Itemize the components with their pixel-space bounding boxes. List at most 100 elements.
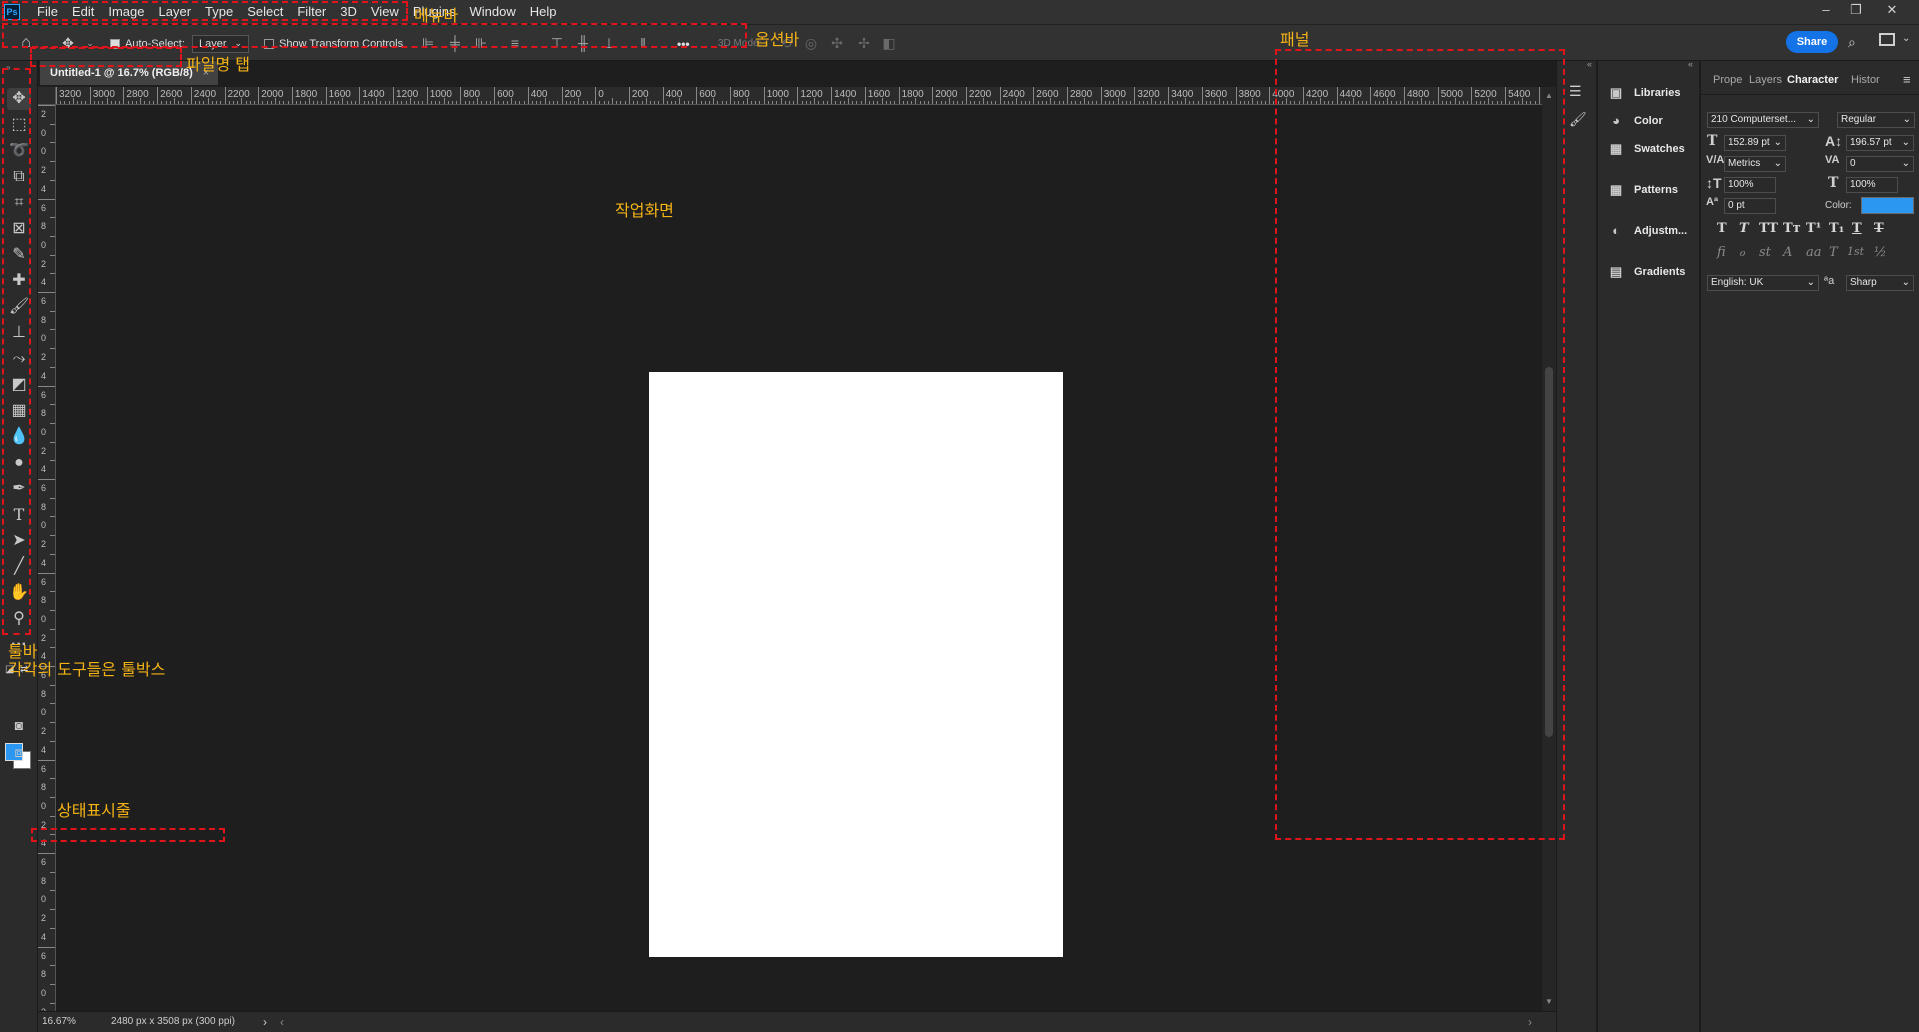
- align-bottom-icon[interactable]: ⊥: [601, 35, 617, 51]
- show-transform-checkbox[interactable]: [264, 38, 274, 49]
- all-caps-button[interactable]: TT: [1759, 221, 1778, 236]
- vertical-scroll-thumb[interactable]: [1545, 367, 1553, 737]
- menu-select[interactable]: Select: [240, 0, 290, 24]
- tracking-field[interactable]: 0 ⌄: [1846, 156, 1914, 172]
- faux-italic-button[interactable]: T: [1739, 221, 1749, 236]
- stylistic-alternates-button[interactable]: aa: [1806, 245, 1822, 260]
- auto-select-toggle[interactable]: Auto-Select:: [110, 25, 185, 62]
- language-dropdown[interactable]: English: UK ⌄: [1707, 275, 1819, 291]
- object-selection-tool-icon[interactable]: ⧉: [7, 166, 31, 188]
- faux-bold-button[interactable]: T: [1717, 221, 1727, 236]
- panel-swatches[interactable]: ▦ Swatches: [1608, 140, 1685, 158]
- titling-alternates-button[interactable]: T: [1829, 245, 1838, 260]
- document-canvas[interactable]: [649, 372, 1063, 957]
- panel-patterns[interactable]: ▦ Patterns: [1608, 181, 1678, 199]
- blur-tool-icon[interactable]: 💧: [7, 426, 31, 448]
- panel-color[interactable]: ◕ Color: [1608, 112, 1663, 130]
- workspace-layout-icon[interactable]: [1879, 33, 1895, 46]
- move-tool-icon[interactable]: ✥: [60, 35, 76, 51]
- panel-gradients[interactable]: ▤ Gradients: [1608, 263, 1686, 281]
- align-top-icon[interactable]: ⊤: [549, 35, 565, 51]
- brush-tool-icon[interactable]: 🖌: [7, 296, 31, 318]
- vertical-scrollbar[interactable]: ▲ ▼: [1542, 87, 1556, 1011]
- 3d-camera-icon[interactable]: ◧: [881, 35, 897, 51]
- align-right-icon[interactable]: ⊪: [473, 35, 489, 51]
- tab-layers[interactable]: Layers: [1749, 74, 1782, 86]
- align-left-icon[interactable]: ⊫: [420, 35, 436, 51]
- underline-button[interactable]: T: [1852, 221, 1862, 236]
- quick-mask-icon[interactable]: ◙: [7, 714, 31, 736]
- menu-layer[interactable]: Layer: [152, 0, 199, 24]
- collapse-toolbar-icon[interactable]: »: [6, 63, 10, 72]
- ruler-origin[interactable]: [38, 87, 56, 105]
- text-color-swatch[interactable]: [1861, 197, 1914, 214]
- eraser-tool-icon[interactable]: ◩: [7, 374, 31, 396]
- ordinals-button[interactable]: 1st: [1847, 245, 1864, 258]
- workspace-chevron-icon[interactable]: ⌄: [1902, 33, 1910, 44]
- menu-3d[interactable]: 3D: [333, 0, 364, 24]
- move-tool-icon[interactable]: ✥: [7, 88, 31, 110]
- chevron-down-icon[interactable]: ⌄: [82, 35, 98, 51]
- font-style-dropdown[interactable]: Regular ⌄: [1837, 112, 1915, 128]
- restore-button[interactable]: ❐: [1841, 0, 1871, 20]
- vertical-ruler[interactable]: 2 0 0 2 4 6 8 0 2 4 6 8 0 2 4 6 8 0 2 4 6 8 0 2 4 6 8 0 2 4 6 8 0 2 4 6 8 0 2 4…: [38, 105, 56, 1011]
- scroll-right-icon[interactable]: ›: [1528, 1015, 1532, 1029]
- history-brush-tool-icon[interactable]: ⤳: [7, 348, 31, 370]
- menu-type[interactable]: Type: [198, 0, 240, 24]
- healing-brush-tool-icon[interactable]: ✚: [7, 270, 31, 292]
- pen-tool-icon[interactable]: ✒: [7, 478, 31, 500]
- dodge-tool-icon[interactable]: ●: [7, 452, 31, 474]
- tab-properties[interactable]: Prope: [1713, 74, 1742, 86]
- fractions-button[interactable]: ½: [1874, 245, 1887, 260]
- auto-select-checkbox[interactable]: [110, 38, 120, 49]
- vertical-scale-field[interactable]: 100%: [1724, 177, 1776, 193]
- panel-adjustments[interactable]: ◐ Adjustm...: [1608, 222, 1687, 240]
- kerning-dropdown[interactable]: Metrics ⌄: [1724, 156, 1786, 172]
- close-window-button[interactable]: ✕: [1877, 0, 1907, 20]
- menu-view[interactable]: View: [364, 0, 406, 24]
- canvas-area[interactable]: [57, 106, 1542, 1011]
- crop-tool-icon[interactable]: ⌗: [7, 192, 31, 214]
- menu-image[interactable]: Image: [101, 0, 151, 24]
- panel-menu-icon[interactable]: ≡: [1903, 72, 1911, 87]
- show-transform-toggle[interactable]: Show Transform Controls: [264, 25, 403, 62]
- tab-character[interactable]: Character: [1787, 74, 1838, 86]
- line-tool-icon[interactable]: ╱: [7, 556, 31, 578]
- brushes-icon[interactable]: 🖌: [1569, 111, 1587, 128]
- zoom-tool-icon[interactable]: ⚲: [7, 608, 31, 630]
- menu-edit[interactable]: Edit: [65, 0, 101, 24]
- scroll-up-icon[interactable]: ▲: [1545, 91, 1553, 100]
- scroll-left-icon[interactable]: ‹: [280, 1015, 284, 1029]
- scroll-down-icon[interactable]: ▼: [1545, 997, 1553, 1006]
- small-caps-button[interactable]: Tт: [1783, 221, 1801, 236]
- search-icon[interactable]: ⌕: [1848, 34, 1856, 51]
- superscript-button[interactable]: T¹: [1806, 221, 1821, 236]
- font-family-dropdown[interactable]: 210 Computerset... ⌄: [1707, 112, 1819, 128]
- brush-settings-icon[interactable]: ☰: [1569, 83, 1582, 100]
- menu-filter[interactable]: Filter: [290, 0, 333, 24]
- home-icon[interactable]: ⌂: [18, 35, 34, 51]
- lasso-tool-icon[interactable]: ➰: [7, 140, 31, 162]
- path-selection-tool-icon[interactable]: ➤: [7, 530, 31, 552]
- distribute-vertical-icon[interactable]: ≡: [507, 35, 523, 51]
- more-options-button[interactable]: •••: [677, 25, 690, 62]
- leading-field[interactable]: 196.57 pt ⌄: [1846, 135, 1914, 151]
- horizontal-ruler[interactable]: 3200 3000 2800 2600 2400 2200 2000 1800 1600 1400…: [56, 87, 1542, 105]
- hand-tool-icon[interactable]: ✋: [7, 582, 31, 604]
- menu-file[interactable]: File: [30, 0, 65, 24]
- zoom-level[interactable]: 16.67%: [42, 1016, 76, 1027]
- gradient-tool-icon[interactable]: ▦: [7, 400, 31, 422]
- 3d-roll-icon[interactable]: ◎: [803, 35, 819, 51]
- distribute-horizontal-icon[interactable]: ‖: [635, 35, 651, 51]
- clone-stamp-tool-icon[interactable]: ⊥: [7, 322, 31, 344]
- 3d-slide-icon[interactable]: ✢: [856, 35, 872, 51]
- frame-tool-icon[interactable]: ⊠: [7, 218, 31, 240]
- swash-button[interactable]: A: [1783, 245, 1792, 260]
- collapse-dock-icon[interactable]: «: [1587, 59, 1592, 69]
- panel-libraries[interactable]: ▣ Libraries: [1608, 84, 1681, 102]
- status-menu-arrow[interactable]: ›: [263, 1015, 267, 1029]
- discretionary-ligatures-button[interactable]: st: [1759, 245, 1771, 260]
- menu-window[interactable]: Window: [462, 0, 522, 24]
- screen-mode-icon[interactable]: ⧈: [7, 741, 31, 763]
- expand-panels-icon[interactable]: «: [1688, 59, 1693, 69]
